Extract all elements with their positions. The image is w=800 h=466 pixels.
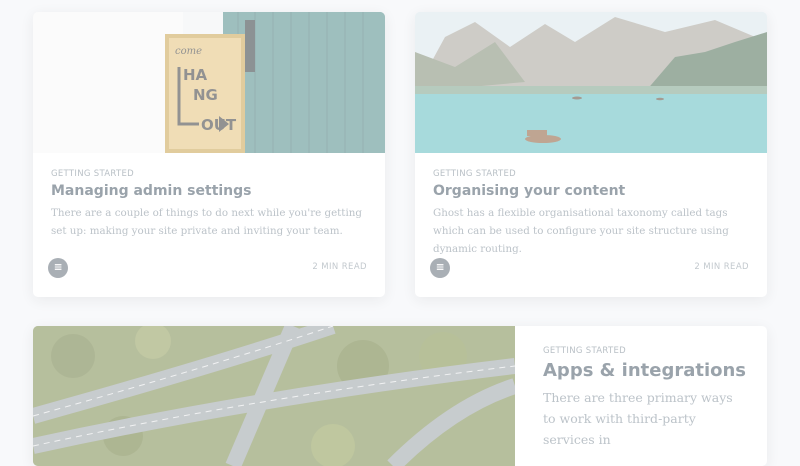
post-excerpt[interactable]: There are three primary ways to work wit… [543, 387, 749, 450]
post-image-come-hang-out[interactable]: come HA NG OUT [33, 12, 385, 153]
post-card-apps-integrations[interactable]: Getting Started Apps & integrations Ther… [33, 326, 767, 466]
reading-time: 2 MIN READ [312, 262, 367, 272]
post-image-mountain-lake[interactable] [415, 12, 767, 153]
svg-text:come: come [175, 46, 202, 57]
post-tag[interactable]: Getting Started [51, 169, 367, 179]
svg-text:HA: HA [183, 66, 208, 84]
post-title[interactable]: Managing admin settings [51, 183, 367, 199]
post-title[interactable]: Organising your content [433, 183, 749, 199]
post-image-highway[interactable] [33, 326, 515, 466]
svg-text:NG: NG [193, 86, 218, 104]
post-excerpt[interactable]: Ghost has a flexible organisational taxo… [433, 204, 749, 258]
svg-text:OUT: OUT [201, 116, 237, 134]
post-tag[interactable]: Getting Started [543, 346, 749, 356]
post-card-managing-admin[interactable]: come HA NG OUT Getting Started Managing … [33, 12, 385, 297]
post-excerpt[interactable]: There are a couple of things to do next … [51, 204, 367, 240]
reading-time: 2 MIN READ [694, 262, 749, 272]
post-title[interactable]: Apps & integrations [543, 360, 749, 381]
author-avatar[interactable]: 𝌆 [48, 258, 68, 278]
author-avatar[interactable]: 𝌆 [430, 258, 450, 278]
post-card-organising-content[interactable]: Getting Started Organising your content … [415, 12, 767, 297]
post-tag[interactable]: Getting Started [433, 169, 749, 179]
